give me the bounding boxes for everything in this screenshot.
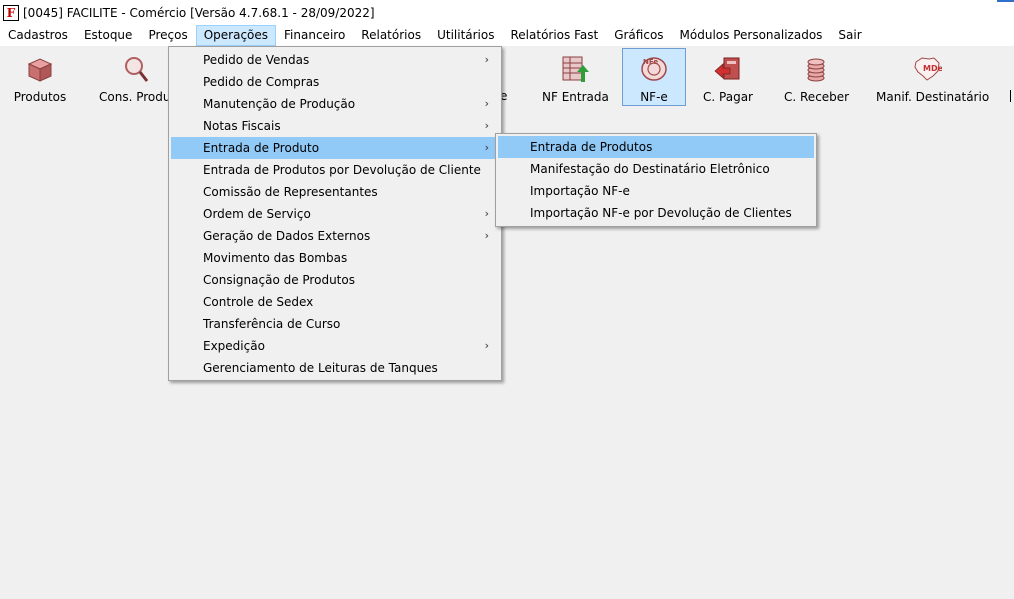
menu-item-label: Entrada de Produtos por Devolução de Cli… (203, 163, 481, 177)
menu-relatorios-fast[interactable]: Relatórios Fast (503, 25, 607, 46)
menu-item-transferencia-de-curso[interactable]: Transferência de Curso (171, 313, 499, 335)
submenu-arrow-icon: › (484, 53, 489, 66)
submenu-item-manifestacao-destinatario[interactable]: Manifestação do Destinatário Eletrônico (498, 158, 814, 180)
submenu-arrow-icon: › (484, 141, 489, 154)
menu-operacoes[interactable]: Operações (195, 25, 277, 46)
nfe-logo-icon: NFe (641, 57, 667, 81)
menu-item-label: Comissão de Representantes (203, 185, 378, 199)
menu-item-label: Movimento das Bombas (203, 251, 348, 265)
submenu-arrow-icon: › (484, 229, 489, 242)
menu-item-label: Importação NF-e (530, 184, 630, 198)
menu-item-pedido-de-vendas[interactable]: Pedido de Vendas › (171, 49, 499, 71)
manif-destinatario-label: Manif. Destinatário (876, 90, 990, 104)
c-pagar-button[interactable]: C. Pagar (696, 48, 760, 106)
menu-relatorios[interactable]: Relatórios (353, 25, 429, 46)
submenu-arrow-icon: › (484, 207, 489, 220)
menu-item-label: Pedido de Vendas (203, 53, 310, 67)
cons-produto-button[interactable]: Cons. Produto (98, 48, 183, 106)
menu-item-label: Pedido de Compras (203, 75, 320, 89)
menu-item-label: Manutenção de Produção (203, 97, 356, 111)
menu-item-label: Importação NF-e por Devolução de Cliente… (530, 206, 792, 220)
menu-item-notas-fiscais[interactable]: Notas Fiscais › (171, 115, 499, 137)
menu-item-gerenciamento-leituras-tanques[interactable]: Gerenciamento de Leituras de Tanques (171, 357, 499, 379)
mde-map-icon: MDe (914, 57, 942, 81)
menu-item-entrada-de-produto[interactable]: Entrada de Produto › (171, 137, 499, 159)
menu-utilitarios[interactable]: Utilitários (429, 25, 502, 46)
manif-destinatario-button[interactable]: MDe Manif. Destinatário (875, 48, 990, 106)
c-receber-label: C. Receber (784, 90, 850, 104)
menu-cadastros[interactable]: Cadastros (0, 25, 76, 46)
toolbar: Produtos Cons. Produto e NF Entrada NFe … (0, 46, 1014, 110)
menu-item-movimento-das-bombas[interactable]: Movimento das Bombas (171, 247, 499, 269)
c-pagar-label: C. Pagar (703, 90, 753, 104)
menu-graficos[interactable]: Gráficos (606, 25, 671, 46)
entrada-de-produto-submenu: Entrada de Produtos Manifestação do Dest… (495, 133, 817, 227)
window-title: [0045] FACILITE - Comércio [Versão 4.7.6… (23, 5, 375, 20)
submenu-arrow-icon: › (484, 97, 489, 110)
spreadsheet-arrow-icon (562, 56, 589, 82)
menu-financeiro[interactable]: Financeiro (276, 25, 353, 46)
nf-entrada-label: NF Entrada (542, 90, 609, 104)
menu-item-label: Notas Fiscais (203, 119, 281, 133)
produtos-button[interactable]: Produtos (8, 48, 72, 106)
app-logo-icon: F (3, 4, 19, 21)
menu-item-controle-de-sedex[interactable]: Controle de Sedex (171, 291, 499, 313)
menu-item-expedicao[interactable]: Expedição › (171, 335, 499, 357)
nfe-logo-text: NFe (643, 58, 658, 66)
menu-bar: Cadastros Estoque Preços Operações Finan… (0, 25, 1014, 46)
nf-entrada-button[interactable]: NF Entrada (541, 48, 609, 106)
menu-item-label: Transferência de Curso (203, 317, 341, 331)
magnifier-icon (125, 57, 149, 82)
toolbar-clipped-edge (1010, 90, 1011, 102)
pay-arrow-icon (714, 57, 740, 80)
menu-item-label: Entrada de Produto (203, 141, 320, 155)
submenu-arrow-icon: › (484, 339, 489, 352)
menu-item-label: Consignação de Produtos (203, 273, 355, 287)
produtos-label: Produtos (13, 90, 67, 104)
menu-item-label: Manifestação do Destinatário Eletrônico (530, 162, 770, 176)
menu-precos[interactable]: Preços (140, 25, 195, 46)
menu-item-manutencao-de-producao[interactable]: Manutenção de Produção › (171, 93, 499, 115)
title-strip (997, 0, 1014, 2)
submenu-arrow-icon: › (484, 119, 489, 132)
menu-item-comissao-de-representantes[interactable]: Comissão de Representantes (171, 181, 499, 203)
menu-item-label: Entrada de Produtos (530, 140, 653, 154)
submenu-item-entrada-de-produtos[interactable]: Entrada de Produtos (498, 136, 814, 158)
menu-item-consignacao-de-produtos[interactable]: Consignação de Produtos (171, 269, 499, 291)
operacoes-dropdown: Pedido de Vendas › Pedido de Compras Man… (168, 46, 502, 381)
mde-logo-text: MDe (923, 64, 942, 73)
menu-modulos-personalizados[interactable]: Módulos Personalizados (672, 25, 831, 46)
menu-item-label: Expedição (203, 339, 265, 353)
submenu-item-importacao-nfe[interactable]: Importação NF-e (498, 180, 814, 202)
nfe-button[interactable]: NFe NF-e (622, 48, 686, 106)
menu-sair[interactable]: Sair (830, 25, 869, 46)
c-receber-button[interactable]: C. Receber (783, 48, 849, 106)
menu-item-label: Ordem de Serviço (203, 207, 311, 221)
title-bar: F [0045] FACILITE - Comércio [Versão 4.7… (0, 0, 1014, 25)
menu-estoque[interactable]: Estoque (76, 25, 141, 46)
submenu-item-importacao-nfe-devolucao[interactable]: Importação NF-e por Devolução de Cliente… (498, 202, 814, 224)
coins-icon (807, 58, 825, 82)
nfe-label: NF-e (640, 90, 668, 104)
menu-item-ordem-de-servico[interactable]: Ordem de Serviço › (171, 203, 499, 225)
menu-item-label: Controle de Sedex (203, 295, 314, 309)
box-icon (27, 58, 53, 82)
menu-item-label: Geração de Dados Externos (203, 229, 371, 243)
cons-produto-label: Cons. Produto (99, 90, 183, 104)
menu-item-entrada-devolucao-cliente[interactable]: Entrada de Produtos por Devolução de Cli… (171, 159, 499, 181)
menu-item-pedido-de-compras[interactable]: Pedido de Compras (171, 71, 499, 93)
menu-item-geracao-de-dados-externos[interactable]: Geração de Dados Externos › (171, 225, 499, 247)
menu-item-label: Gerenciamento de Leituras de Tanques (203, 361, 438, 375)
